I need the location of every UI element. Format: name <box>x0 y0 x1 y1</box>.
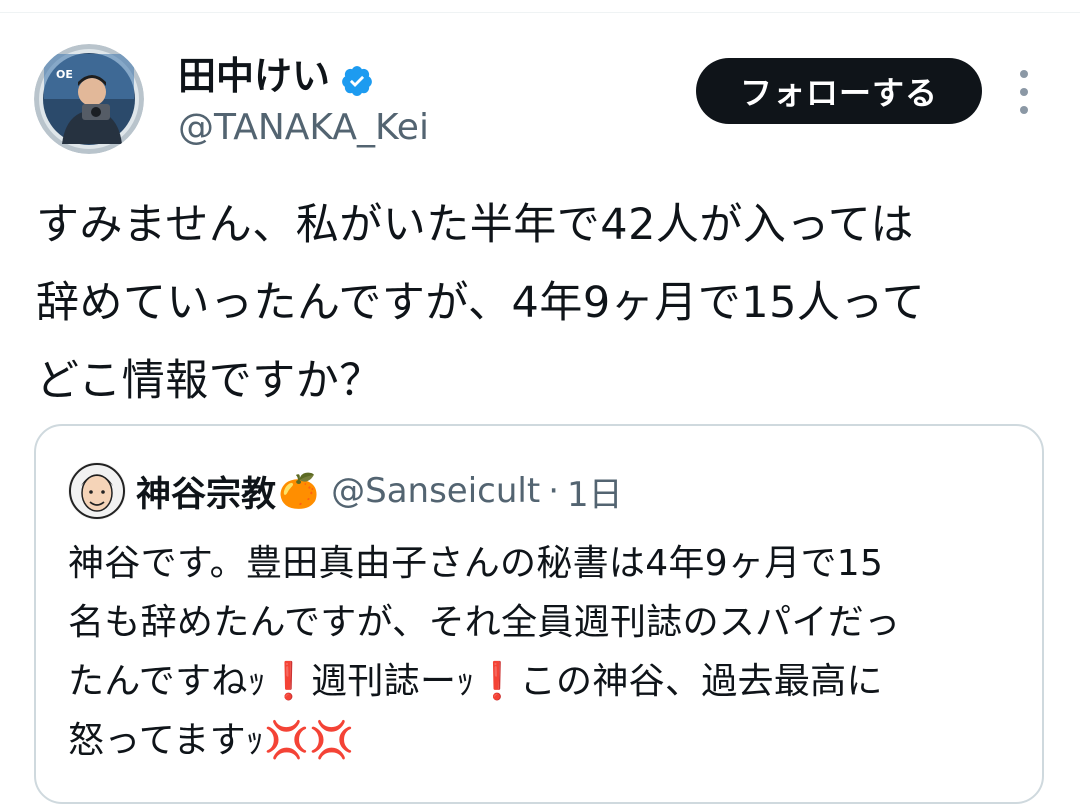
tweet-text-line: どこ情報ですか？ <box>36 356 383 406</box>
quoted-text-line: 名も辞めたんですが、それ全員週刊誌のスパイだっ <box>68 602 901 643</box>
quoted-user-handle[interactable]: @Sanseicult <box>331 471 540 511</box>
quoted-text-line: 怒ってますｯ💢💢 <box>68 720 355 761</box>
tangerine-emoji-icon: 🍊 <box>278 471 320 510</box>
author-avatar[interactable]: OE <box>34 44 144 154</box>
more-options-icon[interactable] <box>1012 70 1036 114</box>
quoted-tweet-text: 神谷です。豊田真由子さんの秘書は4年9ヶ月で15 名も辞めたんですが、それ全員週… <box>68 534 1028 770</box>
tweet-text-line: すみません、私がいた半年で42人が入っては <box>36 200 914 250</box>
quoted-user-avatar[interactable] <box>68 462 126 520</box>
user-avatar-icon: OE <box>34 44 144 154</box>
author-display-name-row[interactable]: 田中けい <box>178 50 374 102</box>
quoted-user-display-name[interactable]: 神谷宗教 <box>136 466 276 517</box>
quoted-tweet-card[interactable]: 神谷宗教 🍊 @Sanseicult · 1日 神谷です。豊田真由子さんの秘書は… <box>34 424 1044 804</box>
quoted-text-line: 神谷です。豊田真由子さんの秘書は4年9ヶ月で15 <box>68 543 884 584</box>
follow-button[interactable]: フォローする <box>696 58 982 124</box>
author-handle[interactable]: @TANAKA_Kei <box>178 104 429 152</box>
more-dot <box>1020 88 1028 96</box>
tweet-text: すみません、私がいた半年で42人が入っては 辞めていったんですが、4年9ヶ月で1… <box>36 186 1056 420</box>
separator-dot: · <box>548 471 559 511</box>
svg-text:OE: OE <box>56 68 73 81</box>
quoted-text-line: たんですねｯ❗週刊誌ーｯ❗この神谷、過去最高に <box>68 661 883 702</box>
quoted-tweet-timestamp[interactable]: 1日 <box>567 467 623 516</box>
more-dot <box>1020 106 1028 114</box>
verified-badge-icon[interactable] <box>340 59 374 97</box>
quoted-user-avatar-icon <box>68 462 126 520</box>
quoted-tweet-header: 神谷宗教 🍊 @Sanseicult · 1日 <box>136 462 623 520</box>
author-display-name[interactable]: 田中けい <box>178 50 330 102</box>
tweet-text-line: 辞めていったんですが、4年9ヶ月で15人って <box>36 278 926 328</box>
more-dot <box>1020 70 1028 78</box>
top-divider <box>0 12 1080 13</box>
